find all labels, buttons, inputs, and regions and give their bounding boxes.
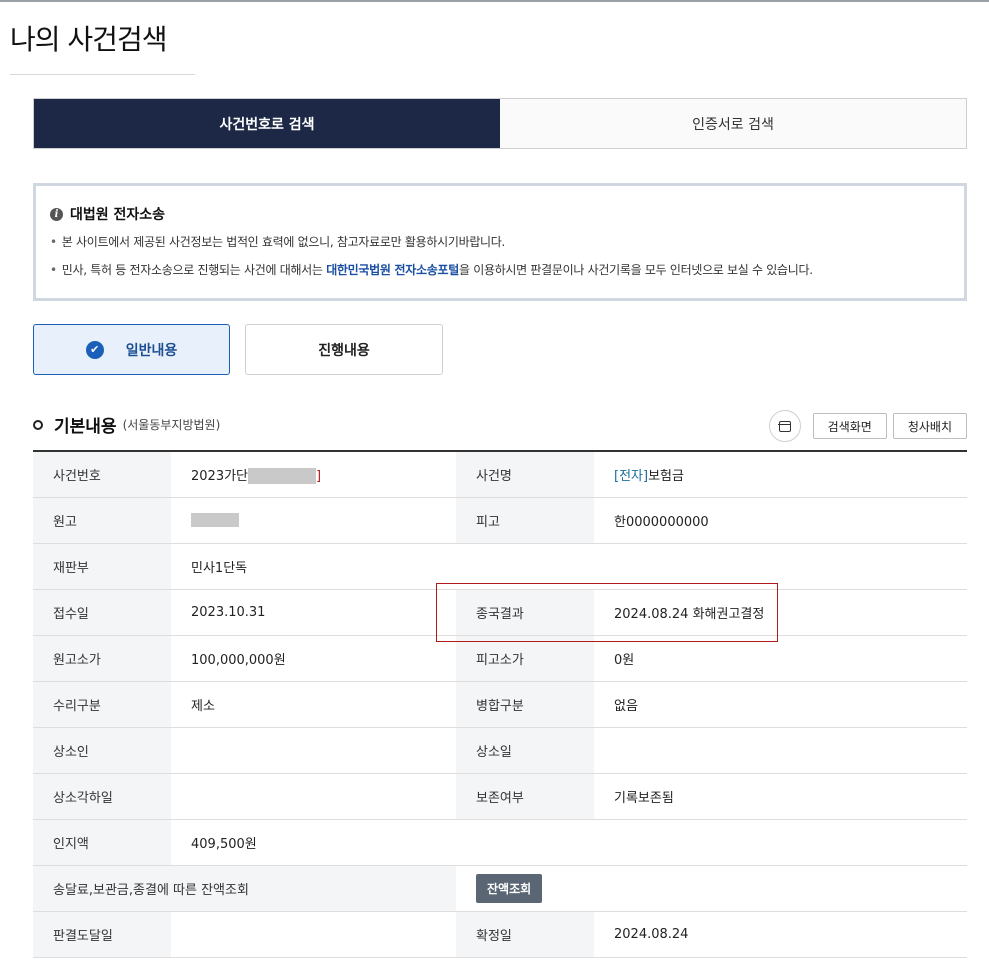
top-border [0,0,989,2]
appeal-date-value [594,727,967,774]
received-date-label: 접수일 [33,589,171,636]
plaintiff-amount-value: 100,000,000원 [171,635,456,682]
empty-cell [594,819,967,866]
balance-inquiry-cell: 잔액조회 [456,865,967,912]
balance-inquiry-button[interactable]: 잔액조회 [476,873,543,903]
plaintiff-amount-label: 원고소가 [33,635,171,682]
balance-inquiry-label: 송달료,보관금,종결에 따른 잔액조회 [33,865,456,912]
notice-line-1: • 본 사이트에서 제공된 사건정보는 법적인 효력에 없으니, 참고자료로만 활… [50,233,950,250]
judgment-delivery-value [171,911,456,958]
table-row: 수리구분 제소 병합구분 없음 [33,681,967,728]
notice-box: i 대법원 전자소송 • 본 사이트에서 제공된 사건정보는 법적인 효력에 없으… [33,183,967,301]
received-date-value: 2023.10.31 [171,589,456,636]
info-icon: i [50,207,63,221]
title-underline [10,74,195,75]
final-result-label: 종국결과 [456,589,594,636]
defendant-amount-label: 피고소가 [456,635,594,682]
stamp-fee-value: 409,500원 [171,819,456,866]
ecourt-portal-link[interactable]: 대한민국법원 전자소송포털 [326,263,459,277]
notice-line-2-pre: 민사, 특허 등 전자소송으로 진행되는 사건에 대해서는 [61,263,327,277]
table-row: 접수일 2023.10.31 종국결과 2024.08.24 화해권고결정 [33,589,967,636]
notice-title-text: 대법원 전자소송 [70,207,166,223]
notice-line-2-post: 을 이용하시면 판결문이나 사건기록을 모두 인터넷으로 보실 수 있습니다. [458,263,813,277]
tab-search-by-case-number[interactable]: 사건번호로 검색 [34,99,500,148]
preservation-value: 기록보존됨 [594,773,967,820]
empty-cell [456,819,594,866]
case-info-table: 사건번호 2023가단] 사건명 [전자]보험금 원고 피고 한00000000… [33,450,967,958]
acceptance-type-value: 제소 [171,681,456,728]
table-row: 인지액 409,500원 [33,819,967,866]
tab-progress-info[interactable]: 진행내용 [245,324,443,375]
masked-text [191,513,239,527]
page-title: 나의 사건검색 [10,23,167,56]
case-name-value: [전자]보험금 [594,451,967,498]
section-tools: 검색화면 청사배치 [768,410,967,442]
tab-general-info-label: 일반내용 [125,342,178,359]
defendant-label: 피고 [456,497,594,544]
content-tabs: ✔ 일반내용 진행내용 [33,324,443,375]
judgment-delivery-label: 판결도달일 [33,911,171,958]
division-label: 재판부 [33,543,171,590]
table-row: 원고 피고 한0000000000 [33,497,967,544]
court-name: (서울동부지방법원) [122,418,221,432]
search-mode-tabs: 사건번호로 검색 인증서로 검색 [33,98,967,149]
appellant-value [171,727,456,774]
case-name-text: 보험금 [648,468,684,484]
notice-line-2: • 민사, 특허 등 전자소송으로 진행되는 사건에 대해서는 대한민국법원 전자… [50,261,950,278]
plaintiff-value [171,497,456,544]
preservation-label: 보존여부 [456,773,594,820]
empty-cell [456,543,594,590]
table-row: 재판부 민사1단독 [33,543,967,590]
search-screen-button[interactable]: 검색화면 [812,413,887,439]
acceptance-type-label: 수리구분 [33,681,171,728]
table-row: 사건번호 2023가단] 사건명 [전자]보험금 [33,451,967,498]
case-number-prefix: 2023가단 [191,468,249,484]
plaintiff-label: 원고 [33,497,171,544]
merge-type-label: 병합구분 [456,681,594,728]
case-name-label: 사건명 [456,451,594,498]
case-number-value: 2023가단] [171,451,456,498]
section-header: 기본내용 (서울동부지방법원) [33,412,220,437]
notice-line-1-text: 본 사이트에서 제공된 사건정보는 법적인 효력에 없으니, 참고자료로만 활용… [61,235,506,249]
bullet-icon: • [50,263,57,277]
tab-search-by-certificate[interactable]: 인증서로 검색 [500,99,966,148]
merge-type-value: 없음 [594,681,967,728]
stamp-fee-label: 인지액 [33,819,171,866]
empty-cell [594,543,967,590]
appeal-dismissal-label: 상소각하일 [33,773,171,820]
division-value: 민사1단독 [171,543,456,590]
finalized-date-value: 2024.08.24 [594,911,967,958]
final-result-value: 2024.08.24 화해권고결정 [594,589,967,636]
defendant-amount-value: 0원 [594,635,967,682]
appellant-label: 상소인 [33,727,171,774]
case-number-label: 사건번호 [33,451,171,498]
table-row: 상소각하일 보존여부 기록보존됨 [33,773,967,820]
courthouse-map-button[interactable]: 청사배치 [892,413,967,439]
appeal-date-label: 상소일 [456,727,594,774]
electronic-tag: [전자] [614,468,649,484]
ring-bullet-icon [33,419,43,430]
finalized-date-label: 확정일 [456,911,594,958]
check-circle-icon: ✔ [85,340,104,359]
masked-text [248,468,317,484]
notice-title: i 대법원 전자소송 [50,204,950,224]
table-row: 상소인 상소일 [33,727,967,774]
table-row: 원고소가 100,000,000원 피고소가 0원 [33,635,967,682]
defendant-value: 한0000000000 [594,497,967,544]
appeal-dismissal-value [171,773,456,820]
window-icon [778,420,792,432]
table-row: 송달료,보관금,종결에 따른 잔액조회 잔액조회 [33,865,967,912]
case-number-suffix: ] [316,468,322,484]
tab-general-info[interactable]: ✔ 일반내용 [33,324,230,375]
section-title: 기본내용 [54,417,117,437]
new-window-button[interactable] [768,410,801,442]
bullet-icon: • [50,235,57,249]
table-row: 판결도달일 확정일 2024.08.24 [33,911,967,958]
